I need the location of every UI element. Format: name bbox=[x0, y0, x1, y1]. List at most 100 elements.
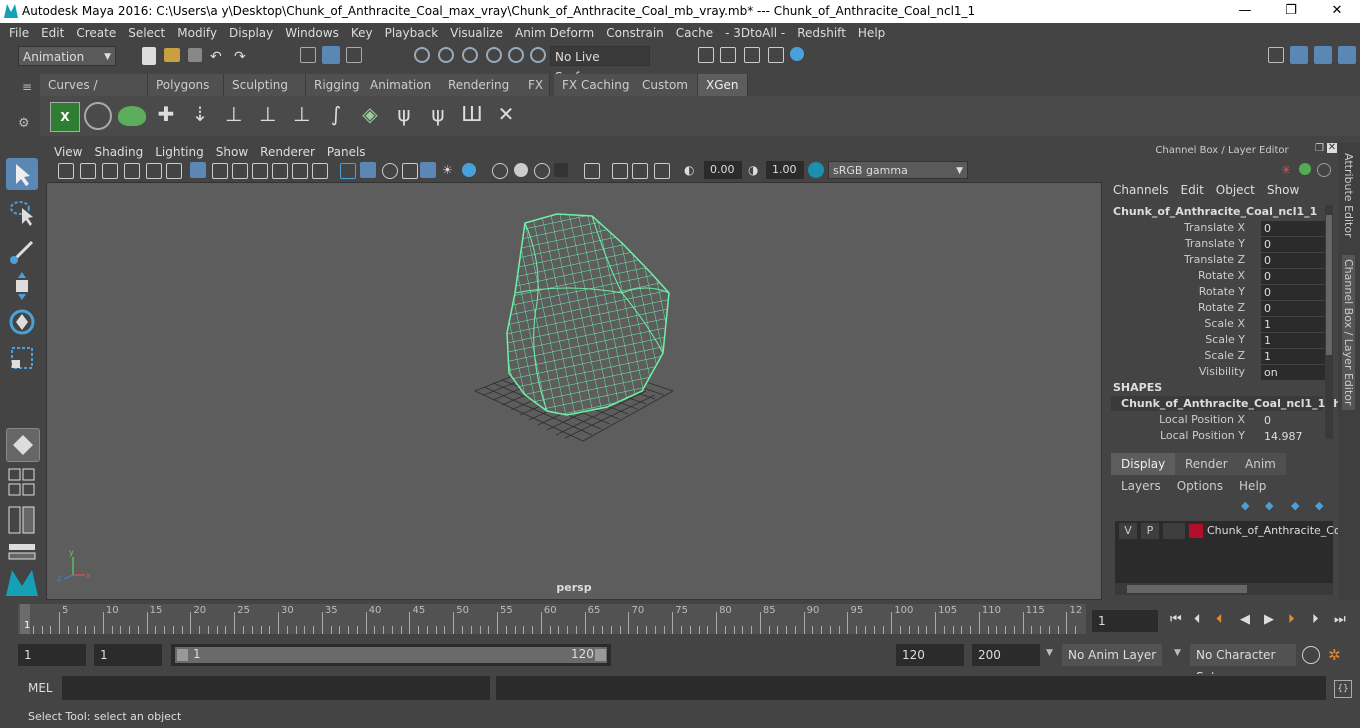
gamma-field[interactable]: 1.00 bbox=[766, 161, 804, 179]
xray-joints-icon[interactable] bbox=[612, 163, 628, 179]
cb-menu-object[interactable]: Object bbox=[1210, 183, 1261, 197]
playback-start-field[interactable]: 1 bbox=[94, 644, 162, 666]
play-forwards-icon[interactable]: ▶ bbox=[1264, 612, 1274, 627]
toggle-channel-box-icon[interactable] bbox=[1338, 46, 1356, 64]
layer-menu-layers[interactable]: Layers bbox=[1115, 479, 1169, 493]
go-to-end-icon[interactable]: ⏭ bbox=[1334, 612, 1346, 627]
menu-select[interactable]: Select bbox=[122, 23, 171, 43]
camera-select-icon[interactable] bbox=[58, 163, 74, 179]
shadows-icon[interactable] bbox=[462, 163, 476, 177]
render-frame-icon[interactable] bbox=[720, 47, 736, 63]
tab-xgen[interactable]: XGen bbox=[698, 74, 748, 96]
menu-cache[interactable]: Cache bbox=[670, 23, 719, 43]
xgen-delete-guide-icon[interactable]: ✕ bbox=[492, 102, 520, 130]
channel-scrollbar[interactable] bbox=[1325, 205, 1333, 439]
tab-fx-caching[interactable]: FX Caching bbox=[554, 74, 644, 96]
select-object-icon[interactable] bbox=[322, 46, 340, 64]
cb-menu-edit[interactable]: Edit bbox=[1175, 183, 1210, 197]
live-surface-field[interactable]: No Live Surface bbox=[550, 46, 650, 84]
grease-pencil-icon[interactable] bbox=[166, 163, 182, 179]
render-view-icon[interactable] bbox=[768, 47, 784, 63]
layer-tab-anim[interactable]: Anim bbox=[1235, 453, 1286, 475]
tab-fx[interactable]: FX bbox=[520, 74, 550, 96]
tab-animation[interactable]: Animation bbox=[362, 74, 448, 96]
save-scene-icon[interactable] bbox=[188, 48, 202, 62]
close-panel-icon[interactable]: ✕ bbox=[1327, 143, 1337, 153]
menu-display[interactable]: Display bbox=[223, 23, 279, 43]
menu-help[interactable]: Help bbox=[852, 23, 891, 43]
viewport-menu-show[interactable]: Show bbox=[210, 143, 254, 161]
wireframe-on-shaded-icon[interactable] bbox=[382, 163, 398, 179]
xgen-density-icon[interactable]: ◈ bbox=[356, 102, 384, 130]
layer-playback-toggle[interactable]: P bbox=[1141, 523, 1159, 539]
close-button[interactable]: ✕ bbox=[1314, 0, 1360, 23]
xgen-groom-icon[interactable]: ψ bbox=[390, 102, 418, 130]
animation-end-field[interactable]: 200 bbox=[972, 644, 1040, 666]
depth-of-field-icon[interactable] bbox=[554, 163, 568, 177]
xgen-comb-icon[interactable]: ψ bbox=[424, 102, 452, 130]
shelf-menu-icon[interactable]: ≡ bbox=[22, 80, 32, 94]
cb-menu-channels[interactable]: Channels bbox=[1107, 183, 1175, 197]
viewport-menu-shading[interactable]: Shading bbox=[88, 143, 149, 161]
xgen-add-guide-icon[interactable]: ✚ bbox=[152, 102, 180, 130]
layer-menu-options[interactable]: Options bbox=[1169, 479, 1231, 493]
cb-menu-show[interactable]: Show bbox=[1261, 183, 1305, 197]
viewport-menu-panels[interactable]: Panels bbox=[321, 143, 372, 161]
auto-key-icon[interactable] bbox=[1302, 646, 1320, 664]
color-space-dropdown[interactable]: sRGB gamma ▼ bbox=[828, 161, 968, 179]
hypershade-icon[interactable] bbox=[790, 47, 804, 61]
layer-name[interactable]: Chunk_of_Anthracite_Co bbox=[1207, 524, 1341, 537]
x-ray-icon[interactable] bbox=[420, 162, 436, 178]
menu-create[interactable]: Create bbox=[70, 23, 122, 43]
viewport-menu-lighting[interactable]: Lighting bbox=[149, 143, 210, 161]
layer-color-swatch[interactable] bbox=[1189, 524, 1203, 538]
move-layer-up-icon[interactable]: ◆ bbox=[1241, 499, 1249, 512]
smooth-shade-icon[interactable] bbox=[360, 162, 376, 178]
xgen-sculpt-guides-icon[interactable]: ⊥ bbox=[254, 102, 282, 130]
minimize-button[interactable]: — bbox=[1222, 0, 1268, 23]
xray-active-icon[interactable] bbox=[632, 163, 648, 179]
select-hierarchy-icon[interactable] bbox=[300, 47, 316, 63]
ambient-occlusion-icon[interactable] bbox=[492, 163, 508, 179]
snap-grid-icon[interactable] bbox=[414, 47, 430, 63]
move-tool-icon[interactable] bbox=[6, 270, 38, 302]
script-editor-icon[interactable]: {} bbox=[1334, 680, 1352, 698]
lasso-tool-icon[interactable] bbox=[6, 196, 38, 228]
menu-visualize[interactable]: Visualize bbox=[444, 23, 509, 43]
layer-row[interactable]: V P Chunk_of_Anthracite_Co bbox=[1117, 523, 1341, 541]
new-scene-icon[interactable] bbox=[142, 47, 156, 65]
select-tool-icon[interactable] bbox=[6, 158, 38, 190]
menu-edit[interactable]: Edit bbox=[35, 23, 70, 43]
time-slider[interactable]: 5 10 15 20 25 30 35 40 45 50 55 60 65 70 75 80 85 90 95 100… bbox=[18, 604, 1086, 634]
render-settings-icon[interactable] bbox=[698, 47, 714, 63]
channel-box-sync-icon[interactable] bbox=[1299, 163, 1311, 175]
textured-icon[interactable] bbox=[402, 163, 418, 179]
range-slider-bar[interactable] bbox=[175, 647, 607, 663]
character-set-dropdown[interactable]: No Character Set bbox=[1190, 644, 1296, 684]
snap-live-icon[interactable] bbox=[508, 47, 524, 63]
four-view-layout-icon[interactable] bbox=[6, 468, 38, 498]
motion-blur-icon[interactable] bbox=[514, 163, 528, 177]
perspective-viewport[interactable]: y x z persp bbox=[46, 182, 1102, 600]
playback-end-field[interactable]: 120 bbox=[896, 644, 964, 666]
layer-tab-render[interactable]: Render bbox=[1175, 453, 1238, 475]
backface-culling-icon[interactable] bbox=[654, 163, 670, 179]
menu-key[interactable]: Key bbox=[345, 23, 379, 43]
xgen-preview-icon[interactable] bbox=[84, 102, 112, 130]
mel-label[interactable]: MEL bbox=[28, 681, 53, 695]
scale-tool-icon[interactable] bbox=[6, 342, 38, 374]
menu-anim-deform[interactable]: Anim Deform bbox=[509, 23, 600, 43]
range-start-handle[interactable] bbox=[177, 649, 188, 661]
anim-layer-chevron-down-icon[interactable]: ▼ bbox=[1046, 648, 1053, 658]
go-to-start-icon[interactable]: ⏮ bbox=[1170, 612, 1182, 627]
toggle-modeling-toolkit-icon[interactable] bbox=[1290, 46, 1308, 64]
rotate-tool-icon[interactable] bbox=[6, 306, 38, 338]
maximize-button[interactable]: ❐ bbox=[1268, 0, 1314, 23]
undo-icon[interactable]: ↶ bbox=[210, 49, 228, 67]
layer-hscrollbar-thumb[interactable] bbox=[1127, 585, 1247, 593]
shelf-settings-gear-icon[interactable]: ⚙ bbox=[18, 116, 30, 131]
image-plane-icon[interactable] bbox=[124, 163, 140, 179]
menu-file[interactable]: File bbox=[3, 23, 35, 43]
shape-name-row[interactable]: Chunk_of_Anthracite_Coal_ncl1_1Sh... bbox=[1111, 396, 1354, 411]
new-layer-icon[interactable]: ◆ bbox=[1291, 499, 1299, 512]
